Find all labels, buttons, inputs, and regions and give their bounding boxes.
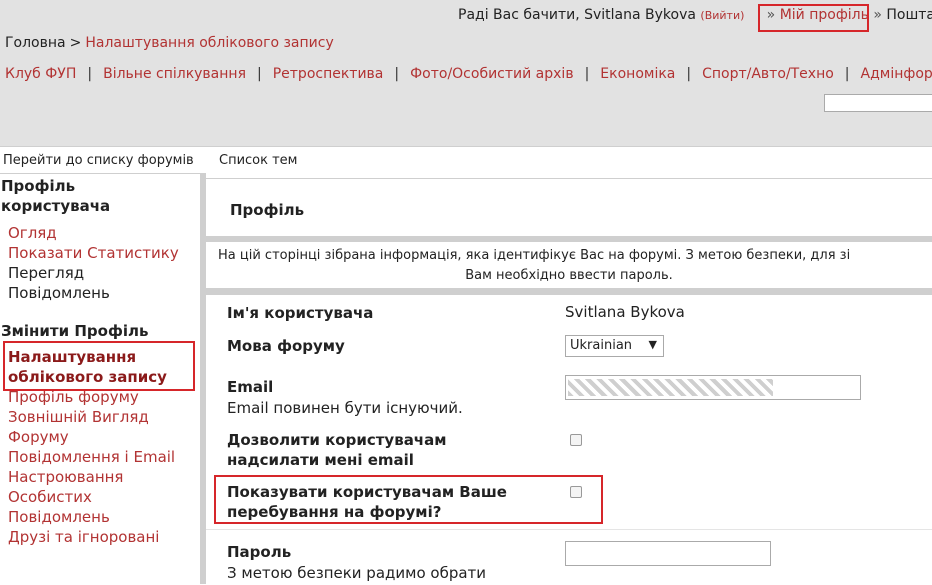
password-note: З метою безпеки радимо обрати [227,563,486,583]
profile-heading-line: користувача [1,196,110,216]
greeting: Раді Вас бачити, Svitlana Bykova [458,7,696,23]
row-divider [206,529,932,530]
panel-title-bar: Профіль [206,178,932,238]
allow-email-label-line: надсилати мені email [227,450,447,470]
sub-nav: Перейти до списку форумів Список тем [0,146,932,174]
topics-list-link[interactable]: Список тем [219,153,298,168]
info-text: На цій сторінці зібрана інформація, яка … [206,242,932,288]
nav-separator: | [686,66,691,82]
nav-separator: | [87,66,92,82]
password-label: Пароль [227,542,291,562]
nav-separator: | [257,66,262,82]
profile-heading-line: Профіль [1,176,110,196]
account-settings-highlight [3,341,195,391]
nav-item-free-talk[interactable]: Вільне спілкування [103,66,246,82]
nav-item-club[interactable]: Клуб ФУП [5,66,76,82]
sidebar-item-pm-settings[interactable]: Настроювання Особистих Повідомлень [8,467,123,527]
email-input[interactable] [565,375,861,400]
breadcrumb: Головна>Налаштування облікового запису [5,35,334,51]
sidebar-item-label: Повідомлень [8,507,123,527]
email-label: Email [227,377,273,397]
my-profile-highlight [758,4,869,32]
breadcrumb-current[interactable]: Налаштування облікового запису [85,35,333,51]
username-value: Svitlana Bykova [565,303,685,321]
password-input[interactable] [565,541,771,566]
sidebar-item-look-and-layout[interactable]: Зовнішній Вигляд Форуму [8,407,149,447]
sidebar-item-label: Повідомлень [8,283,110,303]
info-line: Вам необхідно ввести пароль. [206,266,932,286]
sidebar-item-view-posts[interactable]: Перегляд Повідомлень [8,263,110,303]
separator: » [873,7,882,23]
sidebar-item-buddies[interactable]: Друзі та ігноровані [8,527,159,547]
language-select-value: Ukrainian [570,338,632,353]
email-note: Email повинен бути існуючий. [227,398,463,418]
sidebar-item-label: Форуму [8,427,149,447]
nav-separator: | [845,66,850,82]
nav-separator: | [394,66,399,82]
nav-separator: | [585,66,590,82]
band [206,288,932,295]
info-line: На цій сторінці зібрана інформація, яка … [218,246,850,266]
allow-email-checkbox[interactable] [570,434,582,446]
page-title: Профіль [230,201,304,219]
sidebar-item-show-stats[interactable]: Показати Статистику [8,243,179,263]
forum-nav: Клуб ФУП | Вільне спілкування | Ретроспектив… [5,66,932,82]
allow-email-label: Дозволити користувачам надсилати мені em… [227,430,447,470]
nav-item-photo-archive[interactable]: Фото/Особистий архів [410,66,573,82]
sidebar-item-label: Зовнішній Вигляд [8,407,149,427]
search-input[interactable] [824,94,932,112]
sidebar-item-label: Настроювання [8,467,123,487]
sidebar-item-label: Перегляд [8,263,110,283]
nav-item-economy[interactable]: Економіка [600,66,675,82]
edit-profile-heading: Змінити Профіль [1,321,148,341]
sidebar-item-forum-profile[interactable]: Профіль форуму [8,387,139,407]
username-label: Ім'я користувача [227,303,373,323]
sidebar-item-notifications[interactable]: Повідомлення і Email [8,447,175,467]
profile-sidebar: Профіль користувача Огляд Показати Стати… [0,173,200,585]
nav-item-adminforum[interactable]: Адмінфор [861,66,932,82]
mail-link[interactable]: Пошта [886,7,932,23]
redacted-email-pattern [568,379,773,396]
nav-item-retrospective[interactable]: Ретроспектива [273,66,384,82]
forums-list-link[interactable]: Перейти до списку форумів [3,153,194,168]
profile-heading: Профіль користувача [1,176,110,216]
sidebar-item-label: Особистих [8,487,123,507]
allow-email-label-line: Дозволити користувачам [227,430,447,450]
nav-item-sport-auto[interactable]: Спорт/Авто/Техно [702,66,834,82]
language-select[interactable]: Ukrainian ▼ [565,335,664,357]
profile-content: Профіль На цій сторінці зібрана інформац… [206,173,932,584]
sidebar-item-overview[interactable]: Огляд [8,223,57,243]
show-online-highlight [214,475,603,524]
dropdown-arrow-icon: ▼ [649,338,657,351]
breadcrumb-home[interactable]: Головна [5,35,66,51]
logout-link[interactable]: (Вийти) [700,9,744,22]
language-label: Мова форуму [227,336,345,356]
breadcrumb-separator: > [70,35,82,51]
